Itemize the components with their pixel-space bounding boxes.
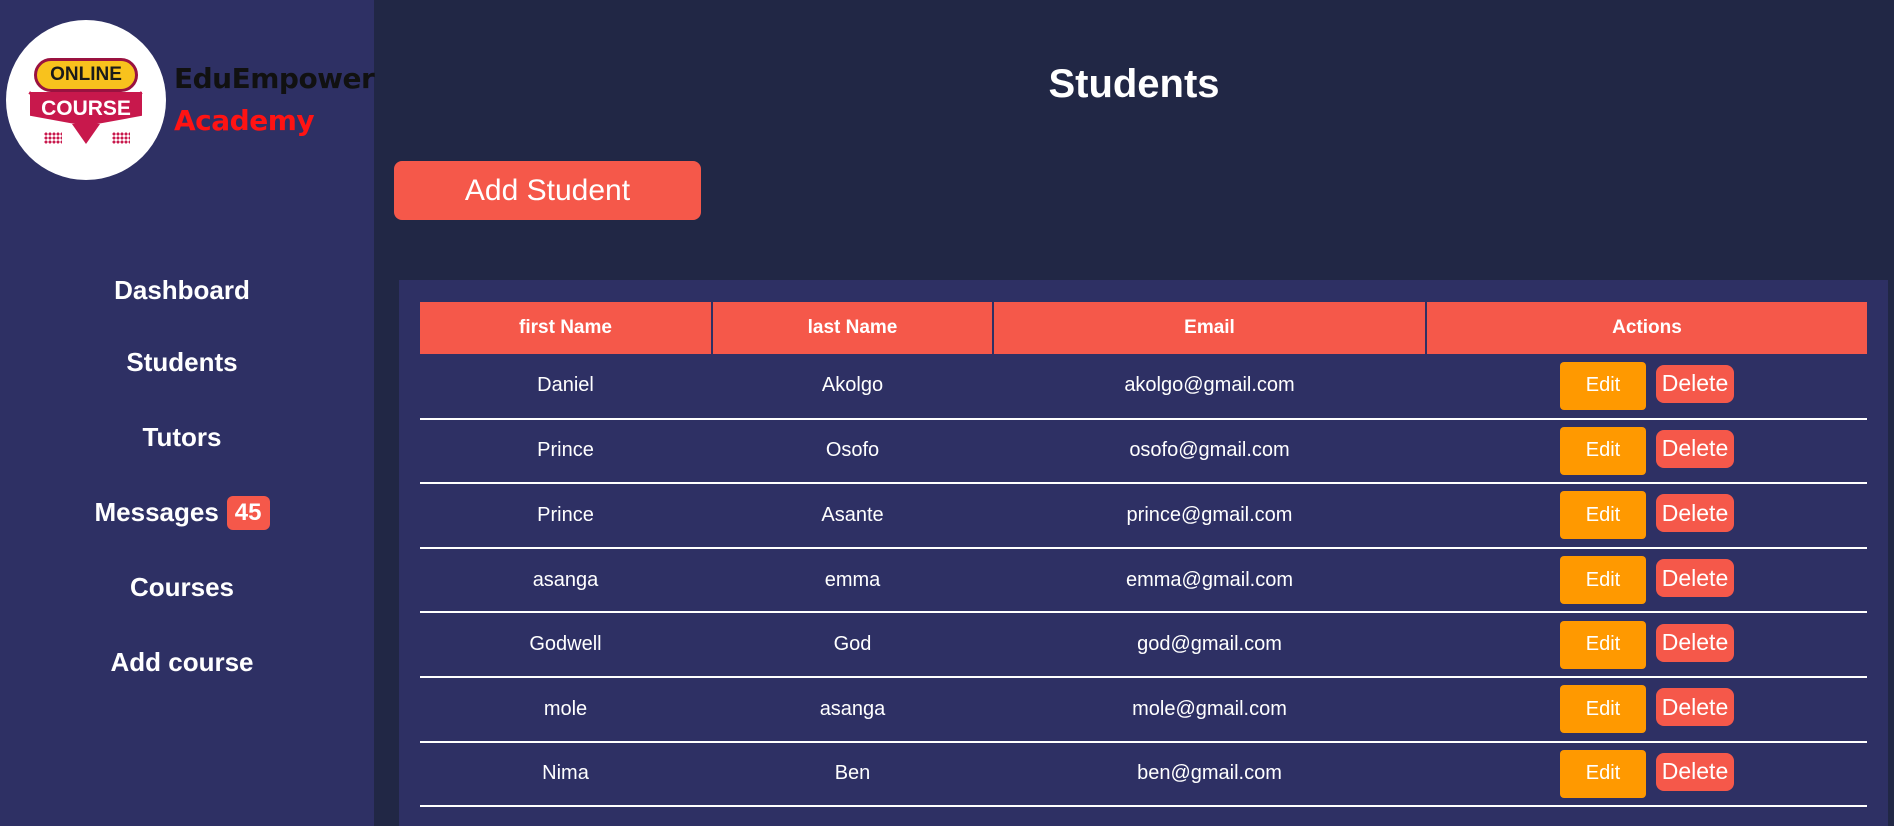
sidebar-item-label: Messages xyxy=(94,497,219,527)
students-table: first Name last Name Email Actions Danie… xyxy=(420,302,1867,808)
brand-name: EduEmpower xyxy=(174,62,375,95)
sidebar-item-label: Tutors xyxy=(142,422,222,452)
sidebar-item-label: Students xyxy=(126,347,238,377)
table-header-row: first Name last Name Email Actions xyxy=(420,302,1867,354)
sidebar-item-courses[interactable]: Courses xyxy=(0,550,364,625)
delete-button[interactable]: Delete xyxy=(1656,364,1734,403)
cell-last-name: Akolgo xyxy=(712,354,994,420)
table-row: Prince Osofo osofo@gmail.com Edit Delete xyxy=(420,418,1867,485)
cell-email: god@gmail.com xyxy=(993,612,1427,678)
cell-email: mole@gmail.com xyxy=(993,676,1427,743)
add-student-button[interactable]: Add Student xyxy=(394,161,701,220)
column-header-email: Email xyxy=(993,302,1427,354)
cell-email: emma@gmail.com xyxy=(993,547,1427,614)
sidebar-item-messages[interactable]: Messages 45 xyxy=(0,475,364,550)
table-row: Daniel Akolgo akolgo@gmail.com Edit Delet… xyxy=(420,354,1867,420)
cell-last-name: asanga xyxy=(712,676,994,743)
cell-email: ben@gmail.com xyxy=(993,741,1427,808)
cell-last-name: God xyxy=(712,612,994,678)
delete-button[interactable]: Delete xyxy=(1656,494,1734,533)
sidebar-item-label: Dashboard xyxy=(114,275,250,305)
sidebar-item-add-course[interactable]: Add course xyxy=(0,625,364,700)
cell-email: akolgo@gmail.com xyxy=(993,354,1427,420)
logo-pointer-shape xyxy=(72,124,100,144)
page-title: Students xyxy=(1048,62,1220,106)
column-header-first-name: first Name xyxy=(420,302,713,354)
sidebar: ONLINE COURSE EduEmpower Academy Dashboa… xyxy=(0,0,375,826)
sidebar-item-label: Add course xyxy=(110,647,254,677)
column-header-actions: Actions xyxy=(1426,302,1867,354)
logo-dots-decoration xyxy=(112,132,130,144)
cell-actions: Edit Delete xyxy=(1426,483,1867,549)
cell-first-name: Nima xyxy=(420,741,713,808)
cell-first-name: Daniel xyxy=(420,354,713,420)
cell-first-name: mole xyxy=(420,676,713,743)
cell-last-name: Ben xyxy=(712,741,994,808)
delete-button[interactable]: Delete xyxy=(1656,559,1734,598)
table-row: mole asanga mole@gmail.com Edit Delete xyxy=(420,676,1867,743)
table-row: Nima Ben ben@gmail.com Edit Delete xyxy=(420,741,1867,808)
logo-dots-decoration xyxy=(44,132,62,144)
brand-subtitle: Academy xyxy=(174,104,315,137)
cell-last-name: Osofo xyxy=(712,418,994,485)
edit-button[interactable]: Edit xyxy=(1560,361,1646,410)
column-header-last-name: last Name xyxy=(712,302,994,354)
delete-button[interactable]: Delete xyxy=(1656,688,1734,727)
table-row: Godwell God god@gmail.com Edit Delete xyxy=(420,612,1867,678)
cell-actions: Edit Delete xyxy=(1426,547,1867,614)
sidebar-item-students[interactable]: Students xyxy=(0,325,364,400)
cell-actions: Edit Delete xyxy=(1426,418,1867,485)
cell-first-name: Prince xyxy=(420,418,713,485)
cell-actions: Edit Delete xyxy=(1426,676,1867,743)
edit-button[interactable]: Edit xyxy=(1560,685,1646,734)
table-row: asanga emma emma@gmail.com Edit Delete xyxy=(420,547,1867,614)
edit-button[interactable]: Edit xyxy=(1560,426,1646,475)
cell-actions: Edit Delete xyxy=(1426,354,1867,420)
cell-first-name: Prince xyxy=(420,483,713,549)
students-table-panel: first Name last Name Email Actions Danie… xyxy=(399,280,1888,826)
sidebar-nav: Dashboard Students Tutors Messages 45 Co… xyxy=(0,275,364,700)
cell-actions: Edit Delete xyxy=(1426,741,1867,808)
logo[interactable]: ONLINE COURSE xyxy=(6,20,166,180)
logo-course-banner: COURSE xyxy=(30,92,142,126)
edit-button[interactable]: Edit xyxy=(1560,491,1646,540)
sidebar-item-label: Courses xyxy=(129,572,235,602)
cell-last-name: Asante xyxy=(712,483,994,549)
sidebar-item-tutors[interactable]: Tutors xyxy=(0,400,364,475)
cell-email: osofo@gmail.com xyxy=(993,418,1427,485)
delete-button[interactable]: Delete xyxy=(1656,752,1734,791)
messages-count-badge: 45 xyxy=(226,495,270,530)
edit-button[interactable]: Edit xyxy=(1560,556,1646,605)
delete-button[interactable]: Delete xyxy=(1656,623,1734,662)
table-row: Prince Asante prince@gmail.com Edit Delet… xyxy=(420,483,1867,549)
cell-email: prince@gmail.com xyxy=(993,483,1427,549)
cell-last-name: emma xyxy=(712,547,994,614)
sidebar-item-dashboard[interactable]: Dashboard xyxy=(0,275,364,325)
logo-online-badge: ONLINE xyxy=(34,58,138,92)
delete-button[interactable]: Delete xyxy=(1656,429,1734,468)
cell-first-name: Godwell xyxy=(420,612,713,678)
cell-actions: Edit Delete xyxy=(1426,612,1867,678)
cell-first-name: asanga xyxy=(420,547,713,614)
edit-button[interactable]: Edit xyxy=(1560,749,1646,798)
edit-button[interactable]: Edit xyxy=(1560,620,1646,669)
